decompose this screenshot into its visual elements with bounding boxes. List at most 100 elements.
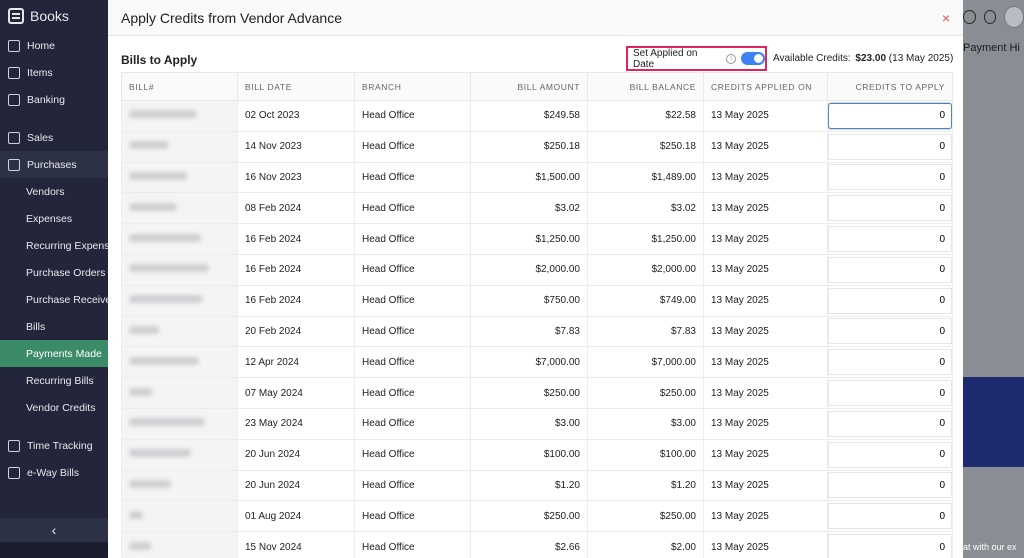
apply-credits-modal: Apply Credits from Vendor Advance × Bill… <box>108 0 963 558</box>
col-bill-balance[interactable]: BILL BALANCE <box>587 72 704 101</box>
bill-number-cell[interactable] <box>121 192 238 225</box>
credits-to-apply-input[interactable] <box>828 195 952 222</box>
credits-to-apply-input[interactable] <box>828 534 952 558</box>
bill-number-cell[interactable] <box>121 253 238 286</box>
sidebar-item-items[interactable]: Items <box>0 59 108 86</box>
col-credits-applied-on[interactable]: CREDITS APPLIED ON <box>703 72 828 101</box>
credits-applied-on-cell[interactable]: 13 May 2025 <box>703 161 828 194</box>
branch-cell: Head Office <box>354 161 471 194</box>
credits-applied-on-cell[interactable]: 13 May 2025 <box>703 531 828 558</box>
collapse-sidebar-button[interactable]: ‹ <box>0 518 108 542</box>
credits-to-apply-input[interactable] <box>828 380 952 407</box>
bill-number-cell[interactable] <box>121 346 238 379</box>
sidebar-item-purchases[interactable]: Purchases <box>0 151 108 178</box>
chat-bar[interactable]: at with our ex <box>963 542 1024 558</box>
bill-number-cell[interactable] <box>121 223 238 255</box>
credits-applied-on-cell[interactable]: 13 May 2025 <box>703 284 828 317</box>
credits-applied-on-cell[interactable]: 13 May 2025 <box>703 407 828 440</box>
credits-to-apply-input[interactable] <box>828 226 952 253</box>
cart-icon <box>8 131 20 144</box>
sidebar-item-label: Purchase Orders <box>26 266 106 279</box>
table-row: 20 Jun 2024 Head Office $100.00 $100.00 13 M… <box>121 438 953 471</box>
redacted-bill-number <box>129 387 153 396</box>
payment-history-link[interactable]: Payment Hi <box>955 42 1024 54</box>
info-icon[interactable]: i <box>726 53 737 64</box>
sidebar-item-recurring-expenses[interactable]: Recurring Expenses <box>0 232 108 259</box>
credits-applied-on-cell[interactable]: 13 May 2025 <box>703 223 828 255</box>
credits-to-apply-input[interactable] <box>828 441 952 468</box>
credits-applied-on-cell[interactable]: 13 May 2025 <box>703 438 828 471</box>
branch-cell: Head Office <box>354 377 471 409</box>
credits-to-apply-input[interactable] <box>828 102 952 129</box>
credits-applied-on-cell[interactable]: 13 May 2025 <box>703 192 828 225</box>
sidebar-item-payments-made[interactable]: Payments Made <box>0 340 108 367</box>
sidebar-item-purchase-orders[interactable]: Purchase Orders <box>0 259 108 286</box>
bills-table: BILL# BILL DATE BRANCH BILL AMOUNT BILL … <box>121 72 953 558</box>
credits-to-apply-cell <box>827 284 953 317</box>
bill-number-cell[interactable] <box>121 377 238 409</box>
branch-cell: Head Office <box>354 284 471 317</box>
sidebar-item-home[interactable]: Home <box>0 32 108 59</box>
gear-icon[interactable] <box>983 10 997 24</box>
bill-amount-cell: $1.20 <box>470 469 588 502</box>
credits-applied-on-cell[interactable]: 13 May 2025 <box>703 253 828 286</box>
credits-applied-on-cell[interactable]: 13 May 2025 <box>703 469 828 502</box>
credits-applied-on-cell[interactable]: 13 May 2025 <box>703 315 828 348</box>
credits-to-apply-input[interactable] <box>828 503 952 530</box>
sidebar-item-label: Bills <box>26 320 46 333</box>
col-credits-to-apply[interactable]: CREDITS TO APPLY <box>827 72 953 101</box>
bill-number-cell[interactable] <box>121 407 238 440</box>
bill-number-cell[interactable] <box>121 284 238 317</box>
bill-number-cell[interactable] <box>121 469 238 502</box>
col-bill-amount[interactable]: BILL AMOUNT <box>470 72 588 101</box>
bill-number-cell[interactable] <box>121 130 238 163</box>
sidebar-item-banking[interactable]: Banking <box>0 86 108 113</box>
sidebar-item-bills[interactable]: Bills <box>0 313 108 340</box>
credits-to-apply-input[interactable] <box>828 133 952 160</box>
table-row: 20 Feb 2024 Head Office $7.83 $7.83 13 May 2… <box>121 315 953 348</box>
credits-to-apply-input[interactable] <box>828 410 952 437</box>
credits-applied-on-cell[interactable]: 13 May 2025 <box>703 100 828 132</box>
credits-to-apply-cell <box>827 531 953 558</box>
sidebar-item-sales[interactable]: Sales <box>0 124 108 151</box>
sidebar-item-vendors[interactable]: Vendors <box>0 178 108 205</box>
col-bill-date[interactable]: BILL DATE <box>237 72 355 101</box>
bill-amount-cell: $250.00 <box>470 377 588 409</box>
credits-to-apply-input[interactable] <box>828 349 952 376</box>
credits-to-apply-input[interactable] <box>828 318 952 345</box>
sidebar: Books Home Items Banking Sales Purchases Vend… <box>0 0 108 558</box>
credits-to-apply-input[interactable] <box>828 164 952 191</box>
sidebar-item-time-tracking[interactable]: Time Tracking <box>0 432 108 459</box>
credits-applied-on-cell[interactable]: 13 May 2025 <box>703 377 828 409</box>
bill-number-cell[interactable] <box>121 161 238 194</box>
bill-date-cell: 16 Nov 2023 <box>237 161 355 194</box>
bill-number-cell[interactable] <box>121 438 238 471</box>
credits-applied-on-cell[interactable]: 13 May 2025 <box>703 500 828 533</box>
avatar[interactable] <box>1004 6 1024 28</box>
credits-to-apply-input[interactable] <box>828 256 952 283</box>
col-branch[interactable]: BRANCH <box>354 72 471 101</box>
notifications-icon[interactable] <box>963 10 976 24</box>
redacted-bill-number <box>129 418 205 427</box>
bill-amount-cell: $3.02 <box>470 192 588 225</box>
bill-number-cell[interactable] <box>121 531 238 558</box>
set-applied-on-date-toggle[interactable] <box>741 52 765 65</box>
bill-number-cell[interactable] <box>121 315 238 348</box>
branch-cell: Head Office <box>354 192 471 225</box>
credits-to-apply-input[interactable] <box>828 472 952 499</box>
sidebar-item-recurring-bills[interactable]: Recurring Bills <box>0 367 108 394</box>
sidebar-item-e-way-bills[interactable]: e-Way Bills <box>0 459 108 486</box>
credits-to-apply-cell <box>827 100 953 132</box>
credits-applied-on-cell[interactable]: 13 May 2025 <box>703 130 828 163</box>
sidebar-item-expenses[interactable]: Expenses <box>0 205 108 232</box>
sidebar-item-purchase-receives[interactable]: Purchase Receives <box>0 286 108 313</box>
brand[interactable]: Books <box>0 0 108 32</box>
bill-number-cell[interactable] <box>121 100 238 132</box>
credits-to-apply-input[interactable] <box>828 287 952 314</box>
bill-number-cell[interactable] <box>121 500 238 533</box>
sidebar-item-vendor-credits[interactable]: Vendor Credits <box>0 394 108 421</box>
col-bill-number[interactable]: BILL# <box>121 72 238 101</box>
credits-applied-on-cell[interactable]: 13 May 2025 <box>703 346 828 379</box>
close-icon[interactable]: × <box>942 10 950 26</box>
table-row: 08 Feb 2024 Head Office $3.02 $3.02 13 May 2… <box>121 192 953 225</box>
